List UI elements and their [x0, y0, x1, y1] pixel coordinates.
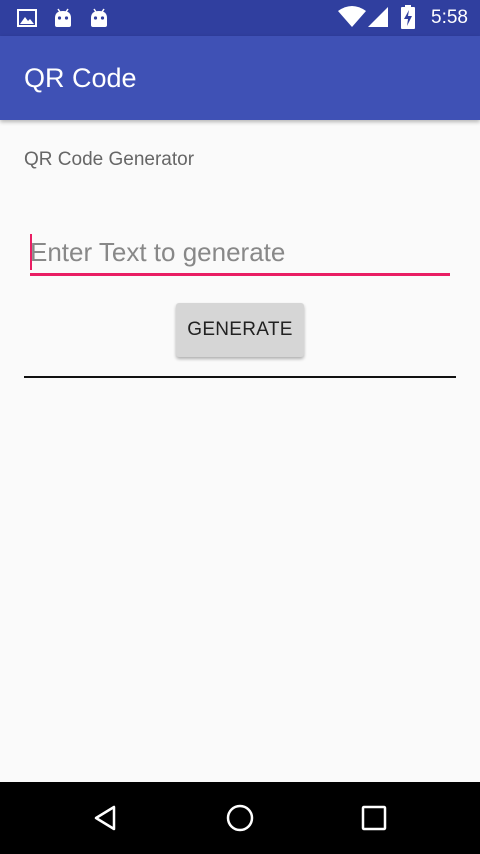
image-icon [16, 7, 38, 29]
navigation-bar [0, 782, 480, 854]
text-input-field[interactable] [30, 232, 450, 276]
app-title: QR Code [24, 63, 137, 93]
recents-icon[interactable] [356, 800, 392, 836]
status-bar: 5:58 [0, 0, 480, 36]
wifi-icon [338, 6, 366, 28]
text-to-generate-input[interactable] [30, 232, 450, 272]
battery-charging-icon [400, 5, 416, 29]
main-content: QR Code Generator GENERATE [0, 120, 480, 782]
page-subtitle: QR Code Generator [24, 149, 195, 170]
app-bar: QR Code [0, 36, 480, 120]
home-icon[interactable] [222, 800, 258, 836]
generate-button[interactable]: GENERATE [176, 303, 304, 357]
android-icon [88, 7, 110, 29]
android-icon [52, 7, 74, 29]
divider [24, 376, 456, 378]
cell-signal-icon [366, 6, 390, 28]
status-time: 5:58 [431, 7, 468, 28]
back-icon[interactable] [88, 800, 124, 836]
